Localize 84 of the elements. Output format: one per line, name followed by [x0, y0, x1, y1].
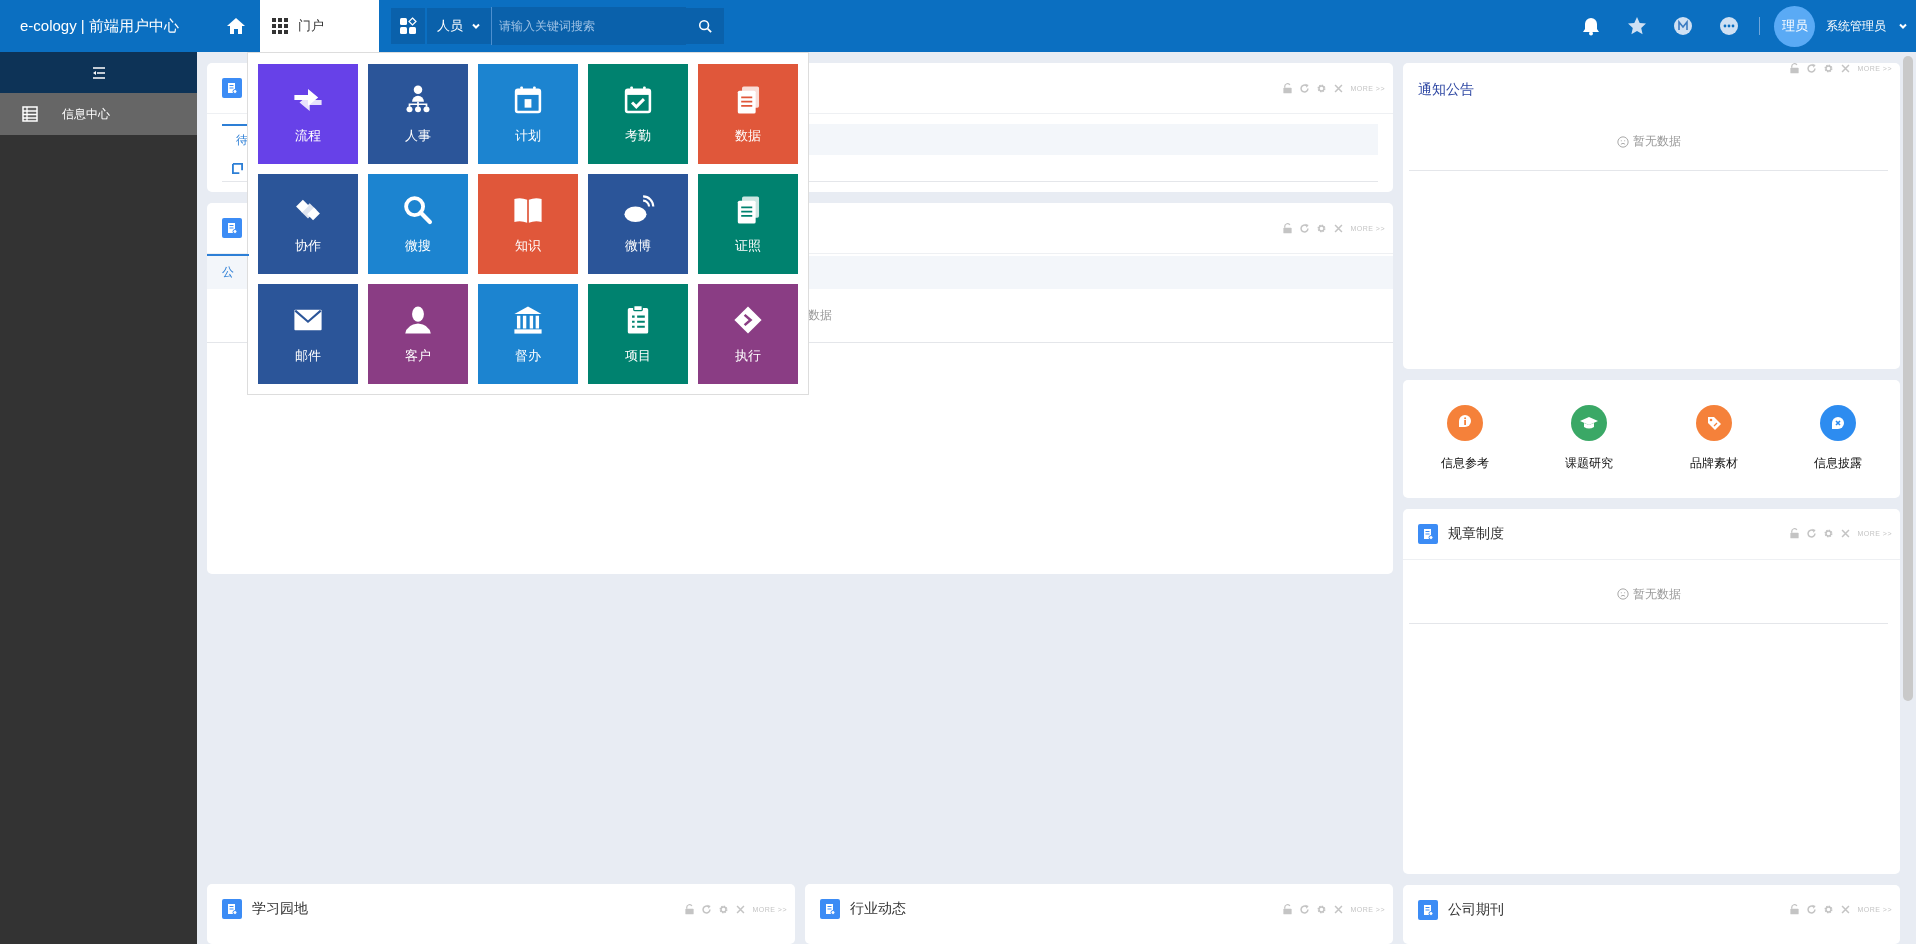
settings-icon[interactable]: [1316, 903, 1328, 915]
home-icon[interactable]: [226, 16, 246, 36]
lock-icon[interactable]: [1789, 904, 1801, 916]
panel-title[interactable]: 通知公告: [1418, 81, 1474, 99]
scope-dropdown[interactable]: 人员: [427, 8, 491, 44]
search-icon[interactable]: [686, 8, 724, 44]
portal-tile[interactable]: 执行: [698, 284, 798, 384]
close-icon[interactable]: [1840, 528, 1852, 539]
grid-icon: [272, 18, 288, 34]
refresh-icon[interactable]: [1299, 222, 1311, 234]
apps-icon[interactable]: [391, 8, 425, 44]
settings-icon[interactable]: [1823, 528, 1835, 539]
empty-message: 数据: [808, 307, 832, 324]
refresh-icon[interactable]: [1299, 903, 1311, 915]
star-icon[interactable]: [1627, 16, 1647, 36]
sad-face-icon: [1616, 135, 1629, 148]
document-icon: [820, 899, 840, 919]
collapse-menu-icon[interactable]: [91, 66, 106, 79]
quick-link[interactable]: 信息参考: [1415, 405, 1516, 473]
table-icon: [22, 106, 38, 122]
panel-title: 规章制度: [1448, 524, 1504, 543]
close-icon[interactable]: [735, 903, 747, 915]
chevron-down-icon: [471, 21, 481, 31]
lock-icon[interactable]: [1789, 63, 1801, 74]
document-icon: [1418, 899, 1438, 920]
more-icon[interactable]: [1719, 16, 1739, 36]
close-icon[interactable]: [1333, 222, 1345, 234]
close-icon[interactable]: [1840, 904, 1852, 916]
portal-tile[interactable]: 流程: [258, 64, 358, 164]
refresh-icon[interactable]: [1299, 82, 1311, 94]
portal-tile[interactable]: 考勤: [588, 64, 688, 164]
search-input[interactable]: 请输入关键词搜索: [491, 7, 686, 45]
empty-message: 暂无数据: [1632, 585, 1681, 603]
empty-message: 暂无数据: [1632, 133, 1681, 150]
app-title: e-cology | 前端用户中心: [20, 16, 180, 36]
portal-tile[interactable]: 微搜: [368, 174, 468, 274]
portal-tile[interactable]: 邮件: [258, 284, 358, 384]
quick-link[interactable]: 课题研究: [1539, 405, 1640, 473]
lock-icon[interactable]: [1282, 222, 1294, 234]
portal-tile[interactable]: 知识: [478, 174, 578, 274]
portal-tab[interactable]: 门户: [260, 0, 379, 52]
lock-icon[interactable]: [684, 903, 696, 915]
document-icon: [222, 218, 242, 238]
settings-icon[interactable]: [1823, 63, 1835, 74]
profile-circle-icon[interactable]: [1673, 16, 1693, 36]
refresh-icon[interactable]: [1806, 63, 1818, 74]
panel-title: 行业动态: [850, 900, 906, 918]
scrollbar[interactable]: [1903, 56, 1913, 701]
settings-icon[interactable]: [718, 903, 730, 915]
refresh-icon[interactable]: [1806, 904, 1818, 916]
close-icon[interactable]: [1333, 82, 1345, 94]
search-icon: [401, 193, 435, 227]
lock-icon[interactable]: [1282, 82, 1294, 94]
portal-tile[interactable]: 计划: [478, 64, 578, 164]
portal-tile[interactable]: 协作: [258, 174, 358, 274]
document-icon: [222, 78, 242, 98]
quick-link[interactable]: 品牌素材: [1663, 405, 1764, 473]
user-avatar[interactable]: 理员: [1774, 5, 1815, 47]
portal-tile[interactable]: 人事: [368, 64, 468, 164]
bell-icon[interactable]: [1581, 16, 1601, 36]
panel-title: 公司期刊: [1448, 900, 1504, 919]
settings-icon[interactable]: [1316, 82, 1328, 94]
portal-tile[interactable]: 数据: [698, 64, 798, 164]
lock-icon[interactable]: [1789, 528, 1801, 539]
close-icon[interactable]: [1333, 903, 1345, 915]
refresh-icon[interactable]: [1806, 528, 1818, 539]
document-icon: [1418, 523, 1438, 544]
user-menu[interactable]: 系统管理员: [1826, 17, 1886, 35]
portal-tile[interactable]: 督办: [478, 284, 578, 384]
portal-tile[interactable]: 客户: [368, 284, 468, 384]
portal-tile[interactable]: 项目: [588, 284, 688, 384]
panel-title: 学习园地: [252, 900, 308, 918]
quick-link[interactable]: 信息披露: [1787, 405, 1888, 473]
settings-icon[interactable]: [1316, 222, 1328, 234]
chevron-down-icon[interactable]: [1898, 21, 1908, 31]
sad-face-icon: [1616, 588, 1629, 600]
settings-icon[interactable]: [1823, 904, 1835, 916]
close-icon[interactable]: [1840, 63, 1852, 74]
refresh-icon[interactable]: [701, 903, 713, 915]
portal-tile[interactable]: 证照: [698, 174, 798, 274]
lock-icon[interactable]: [1282, 903, 1294, 915]
document-icon: [222, 899, 242, 919]
portal-tile[interactable]: 微博: [588, 174, 688, 274]
sidebar-item[interactable]: 信息中心: [0, 93, 197, 135]
